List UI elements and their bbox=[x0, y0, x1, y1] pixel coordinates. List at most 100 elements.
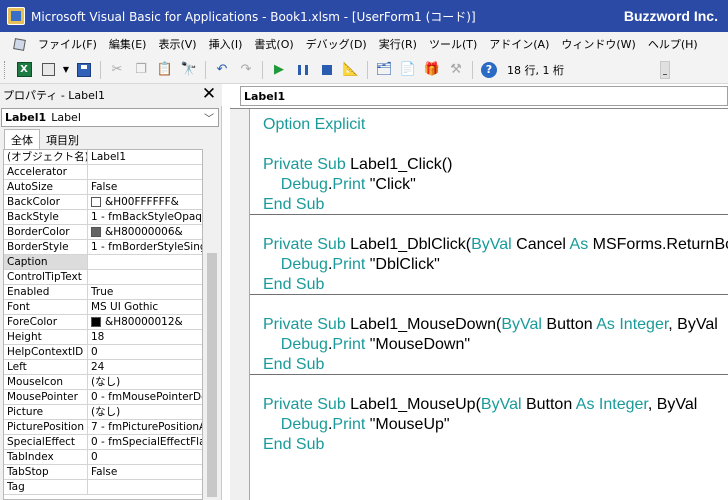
property-value[interactable]: 24 bbox=[88, 360, 202, 374]
property-value[interactable]: 0 bbox=[88, 345, 202, 359]
property-name[interactable]: ControlTipText bbox=[4, 270, 88, 284]
break-icon[interactable] bbox=[292, 59, 314, 81]
property-value[interactable] bbox=[88, 255, 202, 269]
properties-scrollbar[interactable] bbox=[205, 149, 219, 500]
copy-icon[interactable]: ❐ bbox=[130, 59, 152, 81]
property-value[interactable]: False bbox=[88, 465, 202, 479]
property-row[interactable]: HelpContextID 0 bbox=[4, 345, 202, 360]
toolbar-options-icon[interactable] bbox=[660, 61, 670, 79]
property-row[interactable]: Height 18 bbox=[4, 330, 202, 345]
object-browser-icon[interactable]: 🎁 bbox=[421, 59, 443, 81]
property-row[interactable]: Caption bbox=[4, 255, 202, 270]
property-value[interactable]: (なし) bbox=[88, 405, 202, 419]
redo-icon[interactable]: ↷ bbox=[235, 59, 257, 81]
menu-addins[interactable]: アドイン(A) bbox=[483, 36, 555, 52]
property-name[interactable]: TabIndex bbox=[4, 450, 88, 464]
property-value[interactable]: &H80000006& bbox=[88, 225, 202, 239]
code-margin[interactable] bbox=[230, 109, 250, 500]
property-name[interactable]: BorderColor bbox=[4, 225, 88, 239]
property-name[interactable]: Left bbox=[4, 360, 88, 374]
vba-app-icon[interactable] bbox=[7, 7, 25, 25]
help-icon[interactable]: ? bbox=[478, 59, 500, 81]
property-row[interactable]: PicturePosition7 - fmPicturePositionAbov… bbox=[4, 420, 202, 435]
code-line[interactable]: End Sub bbox=[250, 275, 728, 295]
property-row[interactable]: Picture (なし) bbox=[4, 405, 202, 420]
property-name[interactable]: ForeColor bbox=[4, 315, 88, 329]
code-editor[interactable]: Option Explicit Private Sub Label1_Click(… bbox=[230, 108, 728, 500]
code-line[interactable]: End Sub bbox=[250, 355, 728, 375]
code-line[interactable] bbox=[250, 215, 728, 235]
property-value[interactable]: 1 - fmBackStyleOpaque bbox=[88, 210, 202, 224]
menu-insert[interactable]: 挿入(I) bbox=[203, 36, 249, 52]
property-row[interactable]: Accelerator bbox=[4, 165, 202, 180]
chevron-down-icon[interactable]: ﹀ bbox=[204, 110, 214, 125]
property-row[interactable]: SpecialEffect 0 - fmSpecialEffectFlat bbox=[4, 435, 202, 450]
menu-run[interactable]: 実行(R) bbox=[373, 36, 423, 52]
properties-window-icon[interactable]: 📄 bbox=[397, 59, 419, 81]
toolbox-icon[interactable]: ⚒ bbox=[445, 59, 467, 81]
property-row[interactable]: TabIndex 0 bbox=[4, 450, 202, 465]
property-value[interactable]: 18 bbox=[88, 330, 202, 344]
property-name[interactable]: Font bbox=[4, 300, 88, 314]
code-line[interactable]: Private Sub Label1_DblClick(ByVal Cancel… bbox=[250, 235, 728, 255]
property-value[interactable]: Label1 bbox=[88, 150, 202, 164]
code-line[interactable]: Debug.Print "MouseDown" bbox=[250, 335, 728, 355]
property-row[interactable]: BackColor &H00FFFFFF& bbox=[4, 195, 202, 210]
property-name[interactable]: SpecialEffect bbox=[4, 435, 88, 449]
property-row[interactable]: TabStop False bbox=[4, 465, 202, 480]
menu-debug[interactable]: デバッグ(D) bbox=[300, 36, 373, 52]
property-row[interactable]: Tag bbox=[4, 480, 202, 495]
tab-alphabetic[interactable]: 全体 bbox=[4, 129, 40, 149]
code-line[interactable]: Private Sub Label1_Click() bbox=[250, 155, 728, 175]
property-value[interactable]: 0 bbox=[88, 450, 202, 464]
menu-file[interactable]: ファイル(F) bbox=[32, 36, 103, 52]
code-line[interactable]: Private Sub Label1_MouseDown(ByVal Butto… bbox=[250, 315, 728, 335]
cut-icon[interactable]: ✂ bbox=[106, 59, 128, 81]
property-name[interactable]: MousePointer bbox=[4, 390, 88, 404]
property-row[interactable]: BackStyle1 - fmBackStyleOpaque bbox=[4, 210, 202, 225]
property-name[interactable]: BorderStyle bbox=[4, 240, 88, 254]
property-row[interactable]: MousePointer0 - fmMousePointerDefault bbox=[4, 390, 202, 405]
property-row[interactable]: ForeColor &H80000012& bbox=[4, 315, 202, 330]
property-row[interactable]: Enabled True bbox=[4, 285, 202, 300]
code-line[interactable]: Debug.Print "MouseUp" bbox=[250, 415, 728, 435]
property-value[interactable]: 0 - fmMousePointerDefault bbox=[88, 390, 202, 404]
insert-userform-icon[interactable] bbox=[37, 59, 59, 81]
code-text[interactable]: Option Explicit Private Sub Label1_Click(… bbox=[250, 115, 728, 455]
code-line[interactable]: Private Sub Label1_MouseUp(ByVal Button … bbox=[250, 395, 728, 415]
paste-icon[interactable]: 📋 bbox=[154, 59, 176, 81]
scrollbar-thumb[interactable] bbox=[207, 253, 217, 497]
property-value[interactable]: &H00FFFFFF& bbox=[88, 195, 202, 209]
property-name[interactable]: Caption bbox=[4, 255, 88, 269]
code-line[interactable]: End Sub bbox=[250, 435, 728, 455]
property-name[interactable]: BackColor bbox=[4, 195, 88, 209]
property-name[interactable]: AutoSize bbox=[4, 180, 88, 194]
property-name[interactable]: HelpContextID bbox=[4, 345, 88, 359]
tab-categorized[interactable]: 項目別 bbox=[40, 130, 85, 149]
property-name[interactable]: BackStyle bbox=[4, 210, 88, 224]
property-value[interactable]: (なし) bbox=[88, 375, 202, 389]
insert-dropdown-icon[interactable]: ▼ bbox=[61, 59, 71, 81]
code-line[interactable] bbox=[250, 135, 728, 155]
undo-icon[interactable]: ↶ bbox=[211, 59, 233, 81]
property-value[interactable]: 0 - fmSpecialEffectFlat bbox=[88, 435, 202, 449]
menu-format[interactable]: 書式(O) bbox=[248, 36, 299, 52]
property-name[interactable]: Accelerator bbox=[4, 165, 88, 179]
object-combo[interactable]: Label1 bbox=[240, 86, 728, 106]
property-row[interactable]: BorderColor &H80000006& bbox=[4, 225, 202, 240]
property-name[interactable]: MouseIcon bbox=[4, 375, 88, 389]
run-icon[interactable]: ▶ bbox=[268, 59, 290, 81]
code-line[interactable]: Debug.Print "DblClick" bbox=[250, 255, 728, 275]
property-value[interactable]: &H80000012& bbox=[88, 315, 202, 329]
menu-view[interactable]: 表示(V) bbox=[152, 36, 202, 52]
property-row[interactable]: Left 24 bbox=[4, 360, 202, 375]
menu-window[interactable]: ウィンドウ(W) bbox=[555, 36, 641, 52]
property-name[interactable]: (オブジェクト名) bbox=[4, 150, 88, 164]
project-explorer-icon[interactable]: 🗂 bbox=[373, 59, 395, 81]
menu-tools[interactable]: ツール(T) bbox=[423, 36, 483, 52]
property-name[interactable]: PicturePosition bbox=[4, 420, 88, 434]
property-value[interactable]: 7 - fmPicturePositionAboveCenter bbox=[88, 420, 202, 434]
code-line[interactable]: Debug.Print "Click" bbox=[250, 175, 728, 195]
property-row[interactable]: ControlTipText bbox=[4, 270, 202, 285]
property-name[interactable]: TabStop bbox=[4, 465, 88, 479]
